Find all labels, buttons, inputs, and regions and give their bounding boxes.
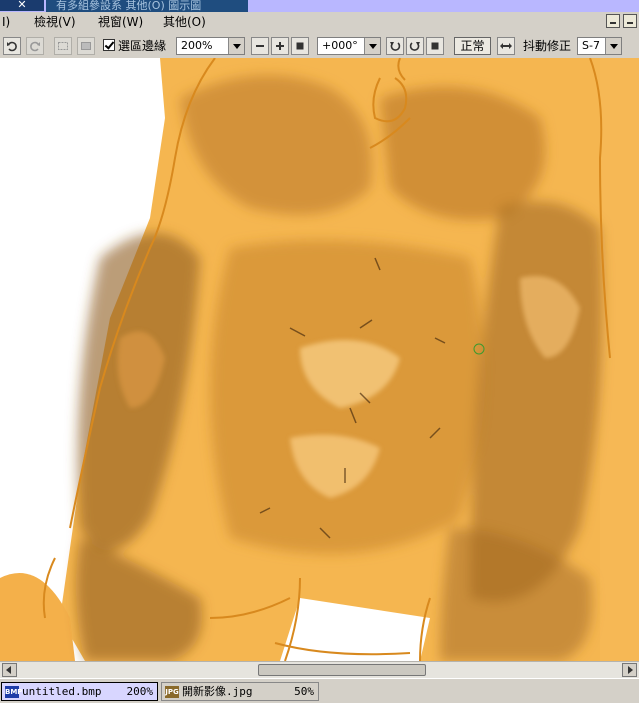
- show-selection-label: 選區邊緣: [118, 39, 167, 53]
- menu-item-window[interactable]: 視窗(W): [98, 14, 143, 30]
- rotate-right-icon: [409, 42, 420, 51]
- document-filename: untitled.bmp: [22, 685, 102, 698]
- right-arm-fill: [600, 58, 639, 661]
- scroll-left-button[interactable]: [2, 663, 17, 677]
- jpg-file-icon: JPG: [165, 686, 179, 698]
- redo-button[interactable]: [26, 37, 44, 55]
- document-zoom: 200%: [126, 685, 154, 698]
- artwork: [0, 58, 639, 661]
- zoom-out-button[interactable]: [251, 37, 269, 55]
- window-title: 有多組參設系 其他(O) 圖示圖: [46, 0, 248, 12]
- zoom-select[interactable]: 200%: [176, 37, 245, 55]
- zoom-in-button[interactable]: [271, 37, 289, 55]
- deselect-icon: [58, 42, 68, 50]
- invert-selection-icon: [81, 42, 91, 50]
- document-zoom: 50%: [294, 685, 314, 698]
- zoom-reset-button[interactable]: [291, 37, 309, 55]
- deselect-button[interactable]: [54, 37, 72, 55]
- bmp-file-icon: BMP: [5, 686, 23, 698]
- plus-icon: [276, 42, 284, 50]
- scrollbar-thumb[interactable]: [258, 664, 426, 676]
- rotation-select[interactable]: +000°: [317, 37, 381, 55]
- undo-icon: [7, 41, 17, 52]
- document-filename: 開新影像.jpg: [182, 685, 253, 698]
- rotate-left-icon: [390, 42, 401, 51]
- square-icon: [296, 42, 304, 50]
- stabilizer-label: 抖動修正: [523, 39, 572, 53]
- stabilizer-value: S-7: [582, 39, 600, 52]
- stabilizer-select[interactable]: S-7: [577, 37, 622, 55]
- redo-icon: [30, 41, 40, 52]
- zoom-value: 200%: [181, 39, 213, 52]
- flip-horizontal-icon: [500, 43, 512, 49]
- document-tab-new-image[interactable]: JPG 開新影像.jpg 50%: [161, 682, 319, 701]
- square-icon: [431, 42, 439, 50]
- chevron-down-icon: [228, 38, 244, 54]
- document-tab-untitled[interactable]: BMP untitled.bmp 200%: [1, 682, 158, 701]
- horizontal-scrollbar[interactable]: [0, 661, 639, 678]
- title-bar: ✕ 有多組參設系 其他(O) 圖示圖: [0, 0, 639, 12]
- chevron-down-icon: [605, 38, 621, 54]
- normal-view-button[interactable]: 正常: [454, 37, 491, 55]
- restore-icon[interactable]: [623, 14, 637, 28]
- rotate-right-button[interactable]: [406, 37, 424, 55]
- undo-button[interactable]: [3, 37, 21, 55]
- flip-horizontal-button[interactable]: [497, 37, 515, 55]
- drawing-canvas[interactable]: [0, 58, 639, 661]
- minus-icon: [256, 45, 264, 47]
- menu-item-view[interactable]: 檢視(V): [34, 14, 76, 30]
- document-tab-bar: BMP untitled.bmp 200% JPG 開新影像.jpg 50%: [0, 678, 639, 703]
- rotate-left-button[interactable]: [386, 37, 404, 55]
- rotation-value: +000°: [322, 39, 358, 52]
- menu-item-others[interactable]: 其他(O): [163, 14, 206, 30]
- rotate-reset-button[interactable]: [426, 37, 444, 55]
- invert-selection-button[interactable]: [77, 37, 95, 55]
- menu-item-layer[interactable]: I): [2, 14, 10, 30]
- arrow-left-icon: [6, 666, 11, 674]
- show-selection-checkbox[interactable]: [103, 39, 115, 51]
- menu-bar: I) 檢視(V) 視窗(W) 其他(O): [0, 12, 639, 33]
- arrow-right-icon: [628, 666, 633, 674]
- leg-left: [0, 573, 75, 661]
- minimize-icon[interactable]: [606, 14, 620, 28]
- chevron-down-icon: [364, 38, 380, 54]
- scroll-right-button[interactable]: [622, 663, 637, 677]
- close-icon[interactable]: ✕: [0, 0, 44, 11]
